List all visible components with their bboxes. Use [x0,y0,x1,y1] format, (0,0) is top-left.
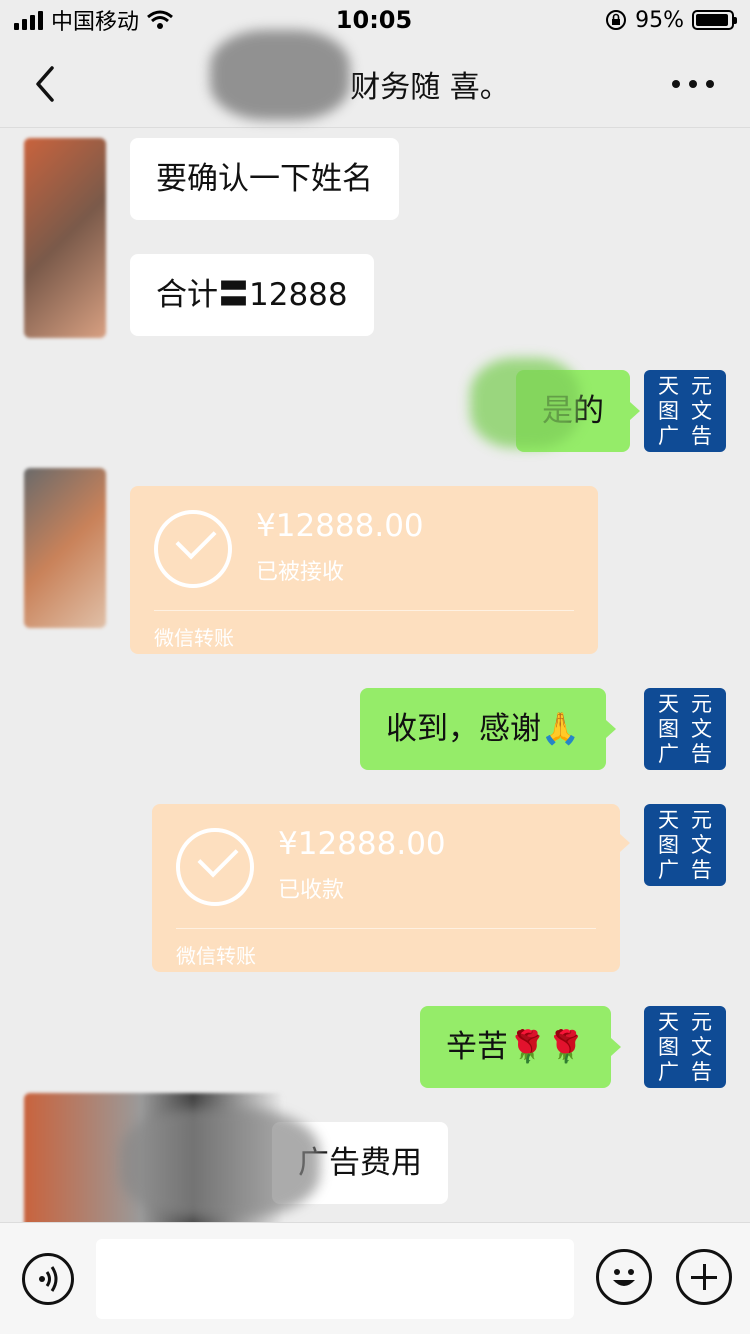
wifi-icon [147,10,173,29]
plus-button[interactable] [676,1249,732,1305]
transfer-card[interactable]: ¥12888.00 已被接收 微信转账 [130,486,598,654]
message-bubble[interactable]: 要确认一下姓名 [130,138,399,220]
voice-button[interactable] [22,1253,74,1305]
check-circle-icon [154,510,232,588]
user-avatar[interactable]: 天元 图文 广告 [644,804,726,886]
user-avatar[interactable]: 天元 图文 广告 [644,1006,726,1088]
transfer-footer: 微信转账 [154,626,234,650]
status-left: 中国移动 [14,4,234,36]
emoji-button[interactable] [596,1249,652,1305]
status-bar: 中国移动 10:05 95% [0,0,750,40]
status-right: 95% [514,7,737,33]
transfer-status: 已收款 [278,878,345,903]
voice-icon [39,1266,58,1292]
message-input[interactable] [96,1239,574,1319]
signal-icon [14,10,43,30]
orientation-lock-icon [606,10,627,30]
divider [176,928,596,929]
contact-avatar[interactable] [24,468,106,628]
message-bubble[interactable]: 广告费用 [272,1122,448,1204]
divider [154,610,574,611]
transfer-card[interactable]: ¥12888.00 已收款 微信转账 [152,804,630,972]
ellipsis-icon [672,80,680,88]
battery-percent: 95% [635,7,684,33]
transfer-amount: ¥12888.00 [256,508,424,544]
contact-avatar[interactable] [24,1093,284,1243]
battery-icon [692,10,737,30]
emoji-icon [613,1269,635,1286]
message-bubble[interactable]: 合计〓12888 [130,254,374,336]
transfer-amount: ¥12888.00 [278,826,446,862]
contact-avatar[interactable] [24,138,106,338]
chat-area[interactable]: 要确认一下姓名 合计〓12888 是的 天元 图文 广告 ¥12888.00 已… [0,128,750,1243]
status-time: 10:05 [335,6,413,34]
message-bubble[interactable]: 辛苦🌹🌹 [420,1006,622,1088]
check-circle-icon [176,828,254,906]
chat-title: 财务随 喜。 [350,69,510,105]
user-avatar[interactable]: 天元 图文 广告 [644,688,726,770]
carrier-label: 中国移动 [51,10,140,35]
back-button[interactable] [26,62,66,106]
transfer-footer: 微信转账 [176,944,256,968]
nav-bar: 财务随 喜。 [0,30,750,128]
transfer-status: 已被接收 [256,560,345,585]
message-bubble[interactable]: 收到，感谢🙏 [360,688,616,770]
user-avatar[interactable]: 天元 图文 广告 [644,370,726,452]
more-button[interactable] [672,70,720,98]
message-bubble[interactable]: 是的 [516,370,640,452]
input-bar [0,1222,750,1334]
